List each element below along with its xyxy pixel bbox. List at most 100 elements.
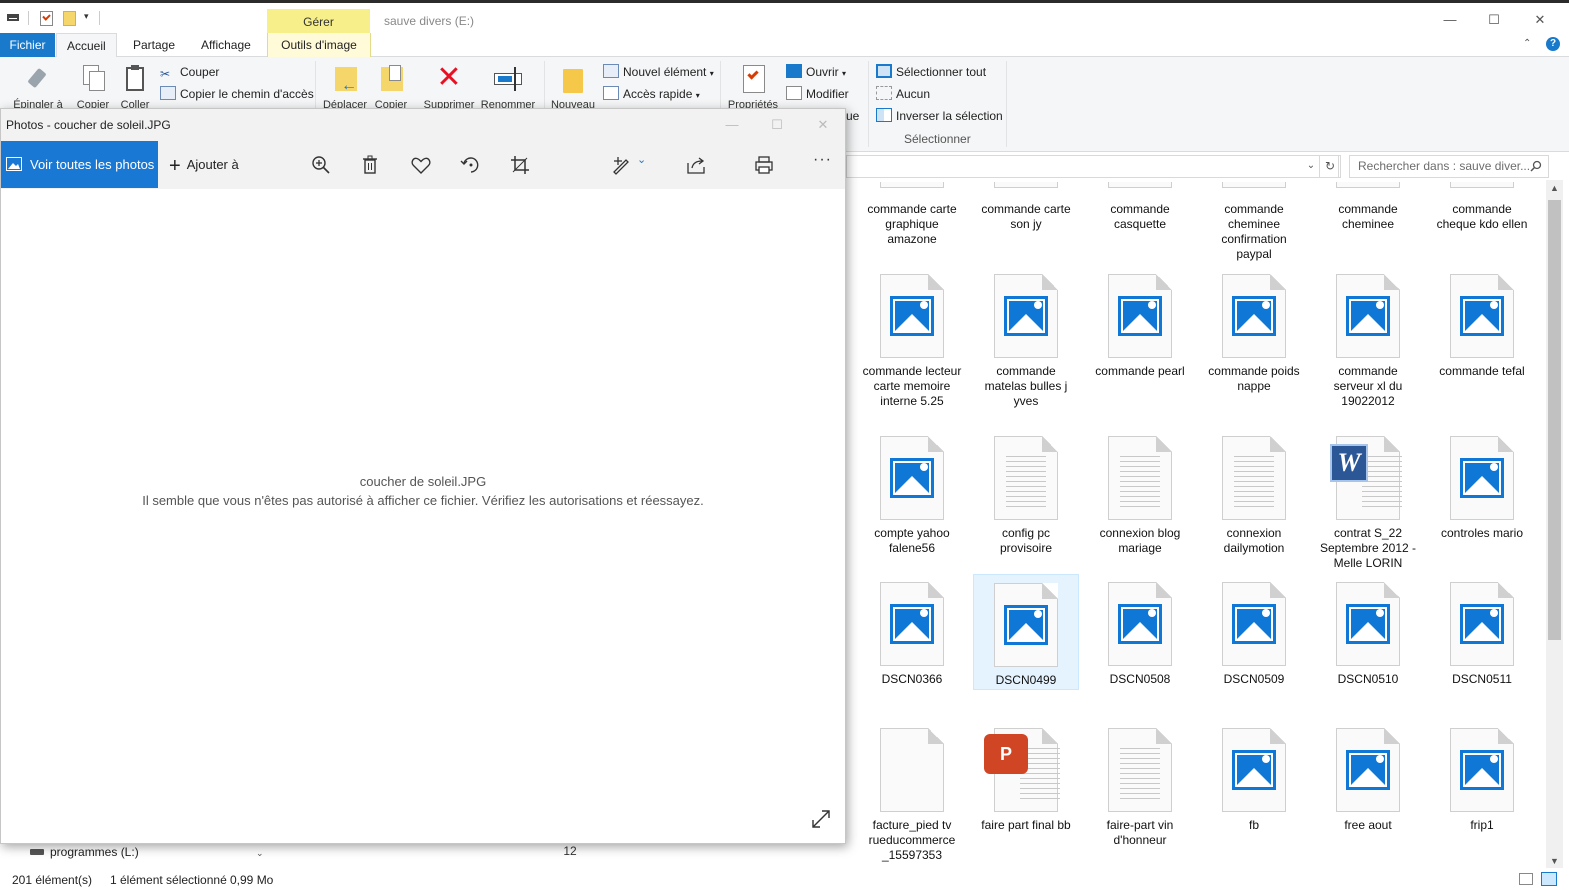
address-bar[interactable] xyxy=(846,155,1339,178)
file-item[interactable]: commande matelas bulles j yves xyxy=(973,274,1079,409)
new-folder-quick-icon[interactable] xyxy=(63,11,76,26)
file-item[interactable]: commande cheminee confirmation paypal xyxy=(1201,182,1307,262)
tab-file[interactable]: Fichier xyxy=(0,33,55,57)
edit-dropdown-chevron-icon[interactable]: ⌄ xyxy=(637,153,646,166)
edit-button[interactable]: Modifier xyxy=(786,85,849,103)
vertical-scrollbar[interactable]: ▲ ▼ xyxy=(1546,180,1563,870)
photos-close-button[interactable]: ✕ xyxy=(808,115,838,135)
file-item[interactable]: commande poids nappe xyxy=(1201,274,1307,394)
search-input[interactable]: Rechercher dans : sauve diver... xyxy=(1349,155,1549,178)
pin-button[interactable]: Épingler à xyxy=(8,63,68,111)
file-item[interactable]: compte yahoo falene56 xyxy=(859,436,965,556)
move-to-button[interactable]: ← Déplacer xyxy=(320,63,370,111)
file-item[interactable]: connexion blog mariage xyxy=(1087,436,1193,556)
select-none-button[interactable]: Aucun xyxy=(876,85,930,103)
file-item[interactable]: DSCN0509 xyxy=(1201,582,1307,687)
close-button[interactable]: ✕ xyxy=(1525,9,1555,31)
invert-selection-button[interactable]: Inverser la sélection xyxy=(876,107,1003,125)
contextual-group-manage: Gérer xyxy=(267,9,370,36)
file-item[interactable]: free aout xyxy=(1315,728,1421,833)
file-item[interactable]: commande carte graphique amazone xyxy=(859,182,965,247)
large-icons-view-icon[interactable] xyxy=(1541,872,1557,886)
tab-view[interactable]: Affichage xyxy=(191,33,261,57)
properties-button[interactable]: Propriétés xyxy=(724,63,782,111)
tab-image-tools[interactable]: Outils d'image xyxy=(267,33,371,57)
scrollbar-thumb[interactable] xyxy=(1548,200,1561,640)
tab-home[interactable]: Accueil xyxy=(56,33,117,58)
new-folder-button[interactable]: Nouveau xyxy=(548,63,598,111)
file-item[interactable]: DSCN0508 xyxy=(1087,582,1193,687)
maximize-button[interactable]: ☐ xyxy=(1479,9,1509,31)
delete-icon[interactable] xyxy=(358,153,382,177)
file-item[interactable]: config pc provisoire xyxy=(973,436,1079,556)
photos-titlebar: Photos - coucher de soleil.JPG — ☐ ✕ xyxy=(1,109,845,141)
file-item[interactable]: DSCN0510 xyxy=(1315,582,1421,687)
minimize-button[interactable]: — xyxy=(1435,9,1465,31)
file-label: fb xyxy=(1248,818,1259,832)
copy-path-button[interactable]: Copier le chemin d'accès xyxy=(160,85,314,103)
more-options-icon[interactable]: ··· xyxy=(813,151,832,169)
checklist-quick-icon[interactable] xyxy=(40,11,53,26)
details-view-icon[interactable] xyxy=(1519,873,1533,885)
customize-quick-access-icon[interactable]: ▾ xyxy=(84,11,89,22)
easy-access-button[interactable]: Accès rapide ▾ xyxy=(603,85,700,103)
file-item[interactable]: frip1 xyxy=(1429,728,1535,833)
file-item[interactable]: fb xyxy=(1201,728,1307,833)
paste-icon xyxy=(119,63,151,95)
nav-drive-programmes[interactable]: programmes (L:) xyxy=(30,845,139,859)
paste-button[interactable]: Coller xyxy=(115,63,155,111)
print-icon[interactable] xyxy=(752,153,776,177)
crop-icon[interactable] xyxy=(508,153,532,177)
tab-share[interactable]: Partage xyxy=(123,33,185,57)
file-item[interactable]: Pfaire part final bb xyxy=(973,728,1079,833)
file-item[interactable]: connexion dailymotion xyxy=(1201,436,1307,556)
nav-scroll-down-icon[interactable]: ⌄ xyxy=(256,848,264,859)
zoom-icon[interactable] xyxy=(309,153,333,177)
select-all-button[interactable]: Sélectionner tout xyxy=(876,63,986,81)
rename-button[interactable]: Renommer xyxy=(478,63,538,111)
view-all-photos-button[interactable]: Voir toutes les photos xyxy=(1,141,158,188)
file-item[interactable]: commande pearl xyxy=(1087,274,1193,379)
file-item[interactable]: DSCN0511 xyxy=(1429,582,1535,687)
file-item[interactable]: DSCN0499 xyxy=(973,574,1079,690)
photos-minimize-button[interactable]: — xyxy=(717,115,747,135)
properties-quick-icon[interactable] xyxy=(7,14,19,21)
file-label: faire-part vin d'honneur xyxy=(1106,818,1174,847)
copy-button[interactable]: Copier xyxy=(72,63,114,111)
file-item[interactable]: commande casquette xyxy=(1087,182,1193,232)
favorite-heart-icon[interactable] xyxy=(409,153,433,177)
file-label: DSCN0366 xyxy=(881,672,943,686)
expand-fullscreen-icon[interactable] xyxy=(809,807,833,831)
file-item[interactable]: DSCN0366 xyxy=(859,582,965,687)
file-item[interactable]: commande serveur xl du 19022012 xyxy=(1315,274,1421,409)
delete-button[interactable]: ✕ Supprimer xyxy=(420,63,478,112)
scroll-up-icon[interactable]: ▲ xyxy=(1546,180,1563,197)
file-item[interactable]: Wcontrat S_22 Septembre 2012 - Melle LOR… xyxy=(1315,436,1421,571)
file-item[interactable]: commande carte son jy xyxy=(973,182,1079,232)
photos-maximize-button[interactable]: ☐ xyxy=(762,115,792,135)
file-item[interactable]: commande cheminee xyxy=(1315,182,1421,232)
file-item[interactable]: commande tefal xyxy=(1429,274,1535,379)
file-thumb-edge xyxy=(1108,182,1172,188)
new-item-button[interactable]: Nouvel élément ▾ xyxy=(603,63,714,81)
collapse-ribbon-icon[interactable]: ⌃ xyxy=(1523,38,1531,49)
file-item[interactable]: controles mario xyxy=(1429,436,1535,541)
help-icon[interactable]: ? xyxy=(1546,37,1560,51)
share-icon[interactable] xyxy=(684,153,708,177)
add-to-button[interactable]: + Ajouter à xyxy=(169,155,239,178)
copy-to-button[interactable]: Copier xyxy=(372,63,410,111)
file-item[interactable]: facture_pied tv rueducommerce _15597353 xyxy=(859,728,965,863)
refresh-icon[interactable]: ↻ xyxy=(1319,155,1341,178)
file-item[interactable]: faire-part vin d'honneur xyxy=(1087,728,1193,848)
image-file-icon xyxy=(1004,605,1048,645)
move-to-icon: ← xyxy=(329,63,361,95)
edit-create-icon[interactable] xyxy=(609,153,633,177)
file-item[interactable]: commande lecteur carte memoire interne 5… xyxy=(859,274,965,409)
selected-count: 1 élément sélectionné xyxy=(110,873,227,887)
ribbon-separator xyxy=(1006,61,1007,147)
file-item[interactable]: commande cheque kdo ellen xyxy=(1429,182,1535,232)
cut-button[interactable]: ✂ Couper xyxy=(160,63,219,81)
open-button[interactable]: Ouvrir ▾ xyxy=(786,63,846,81)
rotate-icon[interactable] xyxy=(459,153,483,177)
address-history-dropdown[interactable]: ⌄ xyxy=(1303,155,1319,178)
